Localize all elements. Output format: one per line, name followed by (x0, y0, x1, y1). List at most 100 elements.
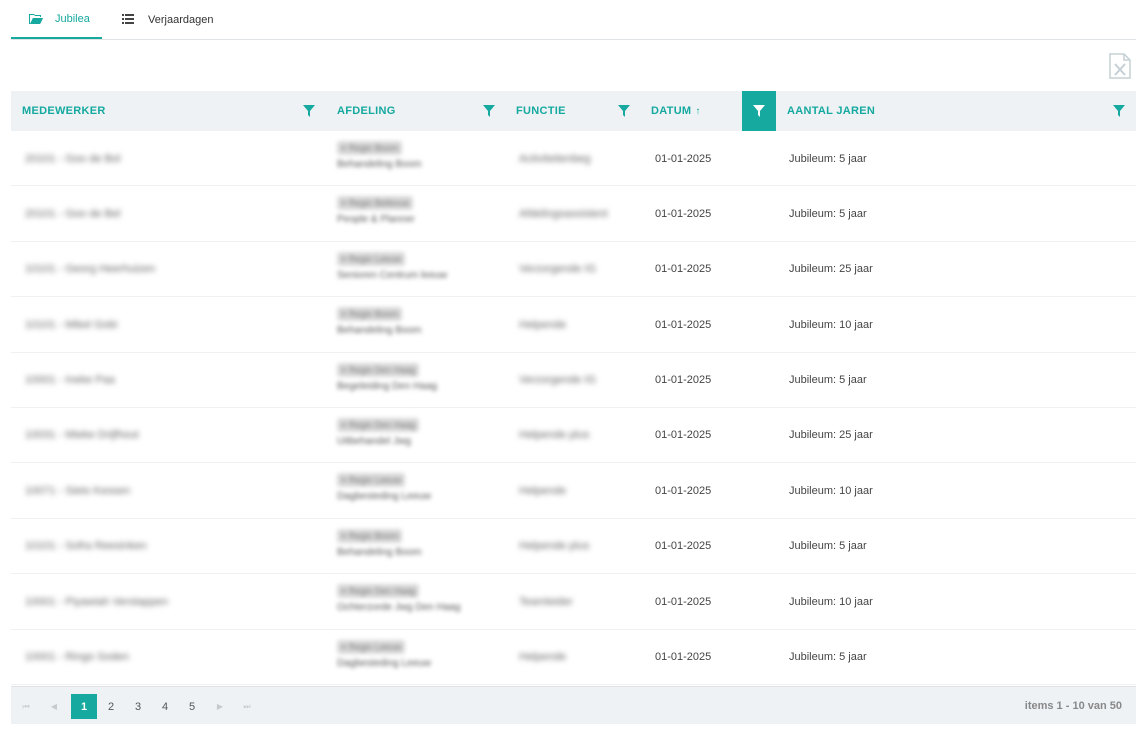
afdeling-name: Senioren Centrum leeuw (337, 269, 448, 281)
afdeling-name: Ochterzorde Jwg Den Haag (337, 602, 461, 614)
cell-aantal-jaren: Jubileum: 5 jaar (789, 540, 867, 553)
cell-functie: Afdelingsassistent (519, 207, 608, 220)
afdeling-name: Begeleiding Den Haag (337, 380, 438, 392)
column-header-medewerker[interactable]: MEDEWERKER (22, 91, 106, 131)
cell-aantal-jaren: Jubileum: 5 jaar (789, 152, 867, 165)
cell-functie: Helpende plus (519, 540, 590, 553)
jubilea-grid: MEDEWERKER AFDELING FUNCTIE DATUM ↑ AANT… (11, 91, 1136, 685)
cell-datum: 01-01-2025 (655, 484, 712, 497)
page-button-1[interactable]: 1 (71, 694, 97, 719)
column-header-aantal-jaren[interactable]: AANTAL JAREN (787, 91, 875, 131)
cell-aantal-jaren: Jubileum: 5 jaar (789, 374, 867, 387)
filter-icon (1113, 105, 1125, 117)
page-button-3[interactable]: 3 (125, 694, 151, 719)
page-button-4[interactable]: 4 (152, 694, 178, 719)
cell-aantal-jaren: Jubileum: 25 jaar (789, 263, 873, 276)
afdeling-name: Behandeling Boom (337, 325, 422, 337)
table-row[interactable]: 10001 - Piyawiah Verstappen ≡ Regio Den H… (11, 574, 1136, 630)
cell-datum: 01-01-2025 (655, 152, 712, 165)
cell-functie: Helpende plus (519, 429, 590, 442)
column-header-datum[interactable]: DATUM ↑ (651, 91, 701, 131)
table-row[interactable]: 10101 - Mikel Gobi ≡ Regio Boom Behandelin… (11, 297, 1136, 353)
tab-bar: Jubilea Verjaardagen (11, 0, 1136, 40)
folder-open-icon (29, 13, 43, 25)
table-row[interactable]: 20101 - Goo de Bol ≡ Regio Boom Behandelin… (11, 131, 1136, 187)
cell-functie: Verzorgende IG (519, 263, 597, 276)
afdeling-name: People & Planner (337, 214, 415, 226)
table-row[interactable]: 10071 - Sieto Kessen ≡ Regio Leeuw Dagbest… (11, 463, 1136, 519)
cell-afdeling: ≡ Regio Leeuw Dagbesteding Leeuw (337, 473, 431, 502)
filter-functie-button[interactable] (607, 91, 641, 131)
cell-afdeling: ≡ Regio Bellevue People & Planner (337, 196, 415, 225)
filter-afdeling-button[interactable] (472, 91, 506, 131)
afdeling-name: Behandeling Boom (337, 159, 422, 170)
cell-medewerker: 10031 - Mieke Drijfhout (25, 429, 139, 442)
cell-medewerker: 20101 - Goo de Bol (25, 152, 121, 165)
filter-icon (483, 105, 495, 117)
afdeling-tag: ≡ Regio Den Haag (337, 417, 420, 432)
cell-medewerker: 10101 - Mikel Gobi (25, 318, 118, 331)
prev-page-button[interactable]: ◀ (41, 694, 67, 719)
cell-afdeling: ≡ Regio Boom Behandeling Boom (337, 528, 422, 558)
sort-ascending-icon: ↑ (695, 105, 701, 117)
afdeling-name: Behandeling Boom (337, 546, 422, 558)
afdeling-tag: ≡ Regio Den Haag (337, 584, 420, 599)
cell-afdeling: ≡ Regio Leeuw Dagbesteding Leeuw (337, 639, 431, 669)
cell-functie: Activiteitenbeg (519, 152, 591, 165)
cell-afdeling: ≡ Regio Boom Behandeling Boom (337, 141, 422, 170)
cell-datum: 01-01-2025 (655, 374, 712, 387)
cell-functie: Helpende (519, 484, 567, 497)
afdeling-tag: ≡ Regio Bellevue (337, 196, 414, 211)
grid-header: MEDEWERKER AFDELING FUNCTIE DATUM ↑ AANT… (11, 91, 1136, 131)
cell-afdeling: ≡ Regio Den Haag Uitbehandel Jwg (337, 417, 420, 447)
cell-afdeling: ≡ Regio Leeuw Senioren Centrum leeuw (337, 251, 448, 281)
pager-info: items 1 - 10 van 50 (1024, 700, 1122, 712)
next-page-button[interactable]: ▶ (207, 694, 233, 719)
table-row[interactable]: 10031 - Mieke Drijfhout ≡ Regio Den Haag U… (11, 408, 1136, 464)
cell-functie: Verzorgende IG (519, 374, 597, 387)
column-header-functie[interactable]: FUNCTIE (516, 91, 566, 131)
last-page-button[interactable]: ⏭ (234, 694, 260, 719)
grid-body: 20101 - Goo de Bol ≡ Regio Boom Behandelin… (11, 131, 1136, 685)
cell-medewerker: 10001 - Ringo Soden (25, 651, 129, 664)
afdeling-name: Dagbesteding Leeuw (337, 657, 431, 669)
cell-datum: 01-01-2025 (655, 429, 712, 442)
column-header-afdeling[interactable]: AFDELING (337, 91, 396, 131)
cell-functie: Helpende (519, 651, 567, 664)
cell-afdeling: ≡ Regio Boom Behandeling Boom (337, 307, 422, 336)
filter-aantal-jaren-button[interactable] (1102, 91, 1136, 131)
pager: ⏮ ◀ 1 2 3 4 5 ▶ ⏭ items 1 - 10 van 50 (11, 686, 1136, 724)
table-row[interactable]: 10001 - Ringo Soden ≡ Regio Leeuw Dagbeste… (11, 630, 1136, 685)
filter-icon (618, 105, 630, 117)
afdeling-tag: ≡ Regio Leeuw (337, 251, 406, 266)
cell-datum: 01-01-2025 (655, 540, 712, 553)
afdeling-tag: ≡ Regio Leeuw (337, 473, 406, 488)
table-row[interactable]: 20101 - Goo de Bel ≡ Regio Bellevue People… (11, 186, 1136, 242)
first-page-button[interactable]: ⏮ (13, 694, 39, 719)
table-row[interactable]: 10101 - Sofra Reesinken ≡ Regio Boom Behan… (11, 519, 1136, 575)
filter-medewerker-button[interactable] (292, 91, 326, 131)
table-row[interactable]: 10101 - Georg Heerhuizen ≡ Regio Leeuw Sen… (11, 242, 1136, 298)
cell-datum: 01-01-2025 (655, 651, 712, 664)
cell-medewerker: 20101 - Goo de Bel (25, 207, 121, 220)
filter-datum-button[interactable] (742, 91, 776, 131)
page-button-2[interactable]: 2 (98, 694, 124, 719)
afdeling-tag: ≡ Regio Boom (337, 307, 403, 322)
tab-jubilea[interactable]: Jubilea (11, 0, 102, 39)
cell-functie: Helpende (519, 318, 567, 331)
cell-medewerker: 10101 - Georg Heerhuizen (25, 263, 156, 276)
page-button-5[interactable]: 5 (179, 694, 205, 719)
afdeling-tag: ≡ Regio Leeuw (337, 639, 406, 654)
cell-datum: 01-01-2025 (655, 318, 712, 331)
cell-medewerker: 10071 - Sieto Kessen (25, 484, 131, 497)
cell-aantal-jaren: Jubileum: 10 jaar (789, 595, 873, 608)
afdeling-tag: ≡ Regio Boom (337, 528, 403, 543)
table-row[interactable]: 10001 - Ineke Paa ≡ Regio Den Haag Begelei… (11, 353, 1136, 408)
afdeling-name: Uitbehandel Jwg (337, 435, 411, 447)
cell-functie: Teamleider (519, 595, 573, 608)
cell-aantal-jaren: Jubileum: 25 jaar (789, 429, 873, 442)
cell-datum: 01-01-2025 (655, 207, 712, 220)
tab-verjaardagen[interactable]: Verjaardagen (122, 0, 232, 39)
tab-verjaardagen-label: Verjaardagen (148, 13, 214, 26)
excel-export-icon[interactable] (1109, 53, 1131, 79)
